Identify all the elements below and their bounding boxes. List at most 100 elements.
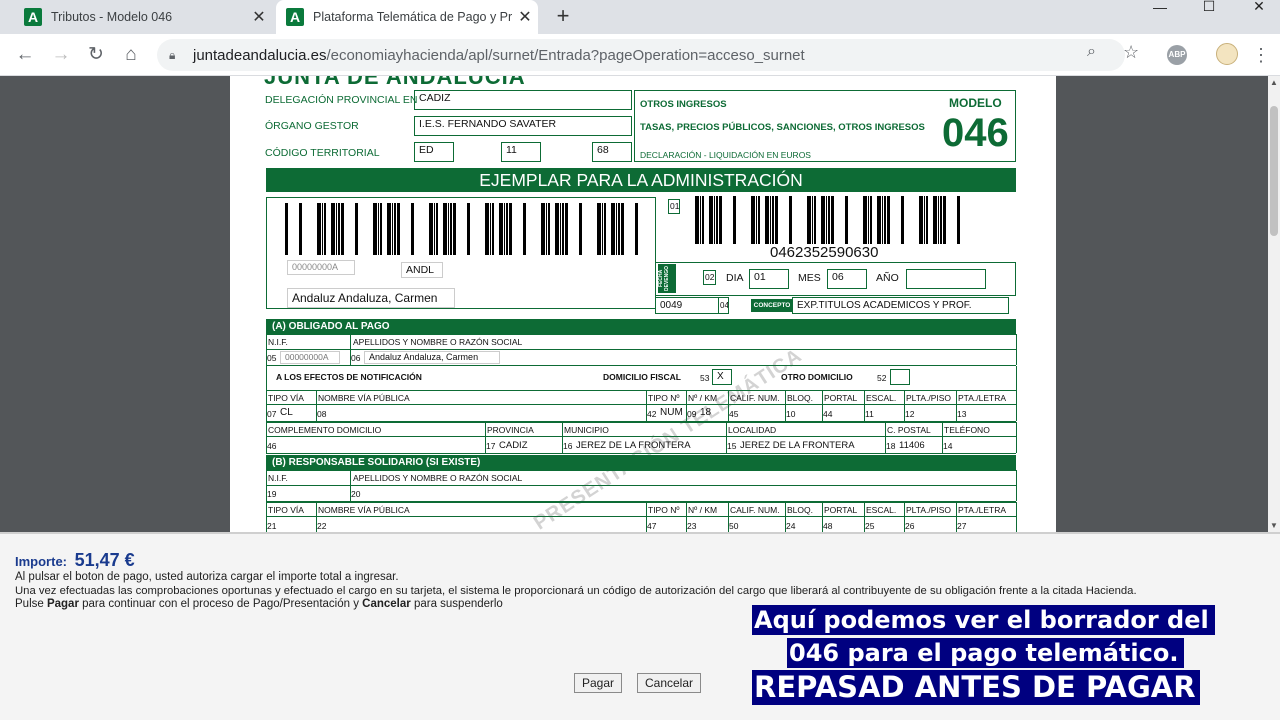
forward-icon[interactable]: → (48, 42, 74, 68)
maximize-icon[interactable]: ☐ (1189, 0, 1229, 14)
barcode-bar (714, 196, 715, 244)
barcode-bar (411, 203, 414, 255)
via-field-num: 47 (647, 521, 657, 531)
home-icon[interactable]: ⌂ (118, 42, 144, 68)
tab-bar: A Tributos - Modelo 046 ✕ A Plataforma T… (0, 0, 1280, 34)
reload-icon[interactable]: ↻ (83, 42, 109, 68)
caption-line-1: Aquí podemos ver el borrador del (752, 605, 1215, 635)
importe-value: 51,47 € (74, 550, 135, 570)
close-icon[interactable]: ✕ (512, 7, 538, 27)
grid-divider (1016, 470, 1017, 501)
barcode-bar (285, 203, 288, 255)
barcode-bar (933, 196, 937, 244)
modelo-label: MODELO (949, 96, 1002, 110)
cancelar-button[interactable]: Cancelar (637, 673, 701, 693)
url-host: juntadeandalucia.es (193, 46, 327, 64)
barcode-bar (397, 203, 400, 255)
via-header: PLTA./PISO (906, 393, 952, 403)
close-icon[interactable]: ✕ (246, 7, 272, 27)
barcode-bar (733, 196, 736, 244)
barcode-bar (957, 196, 960, 244)
grid-line (266, 365, 1016, 366)
via-header: PLTA./PISO (906, 505, 952, 515)
barcode-bar (299, 203, 302, 255)
back-icon[interactable]: ← (12, 42, 38, 68)
url-text: juntadeandalucia.es/economiayhacienda/ap… (193, 47, 805, 64)
via-field-num: 23 (687, 521, 697, 531)
grid-line (266, 422, 1016, 423)
domicilio-value: JEREZ DE LA FRONTERA (576, 440, 691, 451)
barcode-bar (772, 196, 774, 244)
domicilio-value: JEREZ DE LA FRONTERA (740, 440, 855, 451)
barcode-bar (392, 203, 393, 255)
scroll-up-icon[interactable]: ▲ (1268, 78, 1280, 87)
barcode-bar (611, 203, 615, 255)
nombre-value: Andaluz Andaluza, Carmen (364, 351, 500, 364)
section-a-header: (A) OBLIGADO AL PAGO (266, 319, 1016, 334)
barcode-bar (814, 196, 816, 244)
delegacion-value: CADIZ (414, 90, 632, 110)
via-header: PTA./LETRA (958, 393, 1007, 403)
junta-andalucia-icon: A (24, 8, 42, 26)
barcode-bar (579, 203, 582, 255)
barcode-bar (700, 196, 701, 244)
adblock-extension-icon[interactable]: ABP (1167, 45, 1187, 65)
barcode-bar (770, 196, 771, 244)
menu-icon[interactable]: ⋮ (1248, 42, 1274, 68)
barcode-bar (635, 203, 638, 255)
dia-label: DIA (726, 272, 744, 284)
pagar-button[interactable]: Pagar (574, 673, 622, 693)
via-field-num: 21 (267, 521, 277, 531)
barcode-bar (443, 203, 447, 255)
domicilio-field-num: 17 (486, 441, 496, 451)
barcode-bar (467, 203, 470, 255)
line3-c: para suspenderlo (410, 598, 503, 610)
barcode-bar (546, 203, 547, 255)
via-field-num: 08 (317, 409, 327, 419)
barcode-bar (758, 196, 760, 244)
tab-tributos[interactable]: A Tributos - Modelo 046 ✕ (14, 0, 272, 34)
barcode-bar (765, 196, 769, 244)
scroll-down-icon[interactable]: ▼ (1268, 521, 1280, 530)
browser-toolbar: ← → ↻ ⌂ 🔒︎ juntadeandalucia.es/economiay… (0, 34, 1280, 76)
barcode-bar (492, 203, 494, 255)
barcode-bar (565, 203, 568, 255)
domicilio-value: CADIZ (499, 440, 528, 451)
barcode-bar (702, 196, 704, 244)
field-06: 06 (351, 353, 361, 363)
domicilio-header: PROVINCIA (487, 425, 534, 435)
grid-line (266, 470, 1016, 471)
barcode-bar (453, 203, 456, 255)
barcode-bar (602, 203, 603, 255)
star-icon[interactable]: ☆ (1123, 42, 1139, 63)
via-header: ESCAL. (866, 393, 897, 403)
via-field-num: 13 (957, 409, 967, 419)
notificacion-label: A LOS EFECTOS DE NOTIFICACIÓN (276, 372, 422, 382)
barcode-bar (322, 203, 323, 255)
tab-plataforma[interactable]: A Plataforma Telemática de Pago y Pre ✕ (276, 0, 538, 34)
caption-line-2: 046 para el pago telemático. (787, 638, 1185, 668)
scroll-thumb[interactable] (1270, 106, 1278, 236)
minimize-icon[interactable]: — (1140, 0, 1180, 15)
via-header: CALIF. NUM. (730, 505, 780, 515)
address-bar[interactable]: 🔒︎ juntadeandalucia.es/economiayhacienda… (157, 39, 1139, 71)
window-close-icon[interactable]: ✕ (1239, 0, 1279, 14)
mes-value: 06 (827, 269, 867, 289)
barcode-bar (490, 203, 491, 255)
nif-value: 00000000A (280, 351, 340, 364)
barcode-bar (504, 203, 505, 255)
profile-avatar[interactable] (1216, 43, 1238, 65)
barcode-bar (940, 196, 942, 244)
barcode-block-left: 00000000A ANDL Andaluz Andaluza, Carmen (266, 197, 656, 309)
andl-code: ANDL (401, 262, 443, 278)
barcode-bar (716, 196, 718, 244)
new-tab-button[interactable]: + (551, 4, 575, 30)
barcode-bar (884, 196, 886, 244)
nif-header: N.I.F. (268, 337, 288, 347)
scrollbar[interactable]: ▲ ▼ (1268, 76, 1280, 532)
via-field-num: 27 (957, 521, 967, 531)
organo-label: ÓRGANO GESTOR (265, 120, 359, 132)
zoom-icon[interactable]: ⌕ (1087, 43, 1096, 61)
barcode-bar (331, 203, 335, 255)
barcode-bar (812, 196, 813, 244)
